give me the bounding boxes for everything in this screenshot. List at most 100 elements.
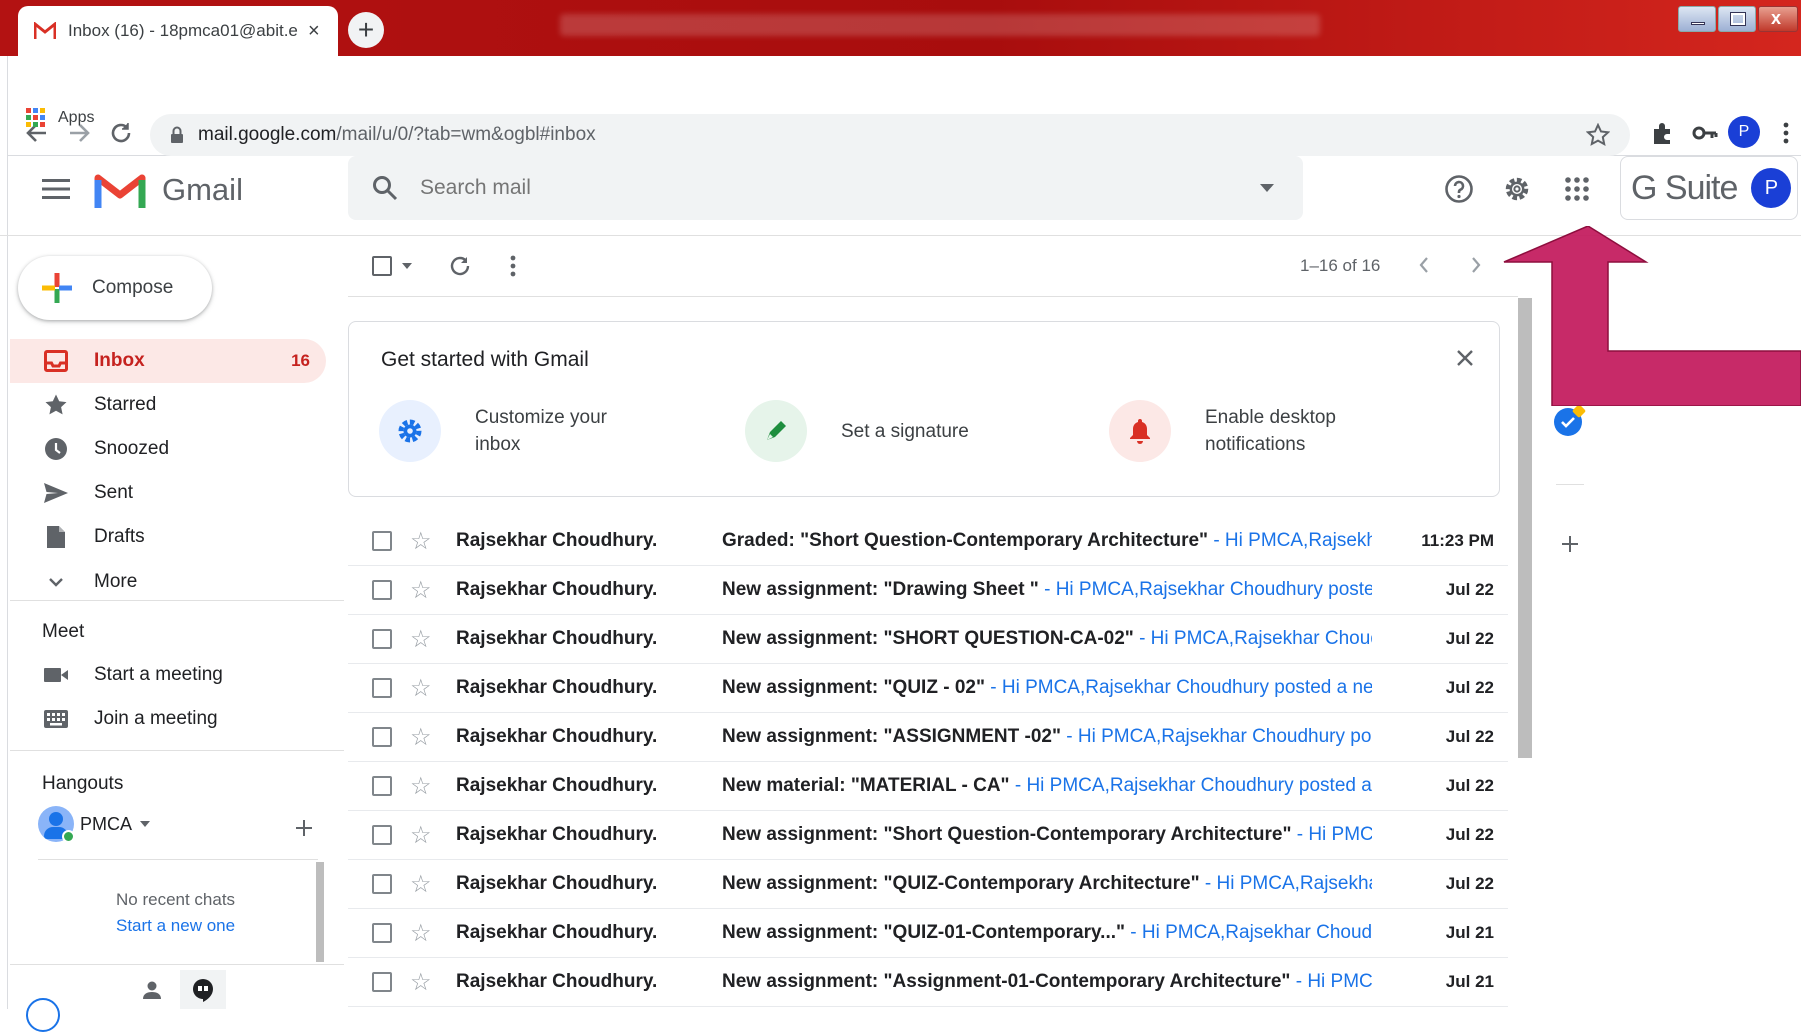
email-row[interactable]: ☆ Rajsekhar Choudhury. Graded: "Short Ques… [348, 517, 1508, 566]
browser-tab[interactable]: Inbox (16) - 18pmca01@abit.edu × [18, 6, 338, 56]
select-all-checkbox[interactable] [372, 256, 392, 276]
email-row[interactable]: ☆ Rajsekhar Choudhury. New assignment: "SH… [348, 615, 1508, 664]
search-input[interactable] [420, 176, 1180, 200]
older-chevron-icon[interactable] [1470, 256, 1482, 274]
star-toggle-icon[interactable]: ☆ [410, 919, 436, 948]
email-sender: Rajsekhar Choudhury. [456, 530, 658, 551]
lock-icon [171, 126, 183, 143]
email-row[interactable]: ☆ Rajsekhar Choudhury. New assignment: "As… [348, 958, 1508, 1007]
reload-icon[interactable] [108, 120, 134, 146]
row-checkbox[interactable] [372, 776, 392, 796]
sidebar-item-snoozed[interactable]: Snoozed [10, 427, 326, 471]
star-toggle-icon[interactable]: ☆ [410, 821, 436, 850]
search-icon[interactable] [372, 175, 398, 201]
search-options-dropdown-icon[interactable] [1259, 183, 1275, 193]
help-icon[interactable] [1444, 174, 1474, 204]
sidebar-item-more[interactable]: More [10, 560, 326, 604]
browser-menu-icon[interactable] [1782, 120, 1790, 146]
select-dropdown-icon[interactable] [402, 263, 412, 269]
row-checkbox[interactable] [372, 923, 392, 943]
get-addons-plus-icon[interactable] [1560, 534, 1580, 554]
sidebar-item-label: Snoozed [94, 438, 170, 459]
address-bar[interactable]: mail.google.com/mail/u/0/?tab=wm&ogbl#in… [150, 114, 1630, 156]
contacts-person-icon[interactable] [142, 980, 162, 1000]
gmail-logo-icon[interactable] [94, 170, 146, 210]
sidebar-item-drafts[interactable]: Drafts [10, 515, 326, 559]
tasks-icon[interactable] [1554, 403, 1587, 436]
sidebar-item-label: Sent [94, 482, 134, 503]
enable-notifications-item[interactable]: Enable desktop notifications [1109, 400, 1336, 462]
email-row[interactable]: ☆ Rajsekhar Choudhury. New material: "MATE… [348, 762, 1508, 811]
minimize-button[interactable] [1678, 6, 1716, 32]
email-sender: Rajsekhar Choudhury. [456, 579, 658, 600]
hangouts-tab[interactable] [180, 970, 226, 1009]
account-avatar[interactable]: P [1751, 168, 1792, 208]
start-meeting-item[interactable]: Start a meeting [10, 653, 326, 697]
row-checkbox[interactable] [372, 531, 392, 551]
star-toggle-icon[interactable]: ☆ [410, 968, 436, 997]
extensions-puzzle-icon[interactable] [1650, 120, 1676, 146]
email-date: Jul 22 [1445, 776, 1494, 795]
apps-bookmark[interactable]: Apps [26, 108, 94, 128]
email-row[interactable]: ☆ Rajsekhar Choudhury. New assignment: "AS… [348, 713, 1508, 762]
email-row[interactable]: ☆ Rajsekhar Choudhury. New assignment: "Dr… [348, 566, 1508, 615]
sidebar-item-sent[interactable]: Sent [10, 471, 326, 515]
set-signature-item[interactable]: Set a signature [745, 400, 969, 462]
newer-chevron-icon[interactable] [1418, 256, 1430, 274]
hangouts-scrollbar[interactable] [316, 862, 324, 962]
sidebar-item-inbox[interactable]: Inbox 16 [10, 339, 326, 383]
key-icon[interactable] [1692, 122, 1718, 144]
email-date: Jul 21 [1445, 972, 1494, 991]
customize-inbox-item[interactable]: Customize your inbox [379, 400, 607, 462]
star-toggle-icon[interactable]: ☆ [410, 674, 436, 703]
star-toggle-icon[interactable]: ☆ [410, 625, 436, 654]
customize-icon-circle [379, 400, 441, 462]
join-meeting-item[interactable]: Join a meeting [10, 697, 326, 741]
google-apps-grid-icon[interactable] [1564, 176, 1590, 202]
main-menu-icon[interactable] [42, 178, 70, 200]
compose-button[interactable]: Compose [18, 256, 212, 320]
new-chat-plus-icon[interactable] [294, 818, 314, 838]
row-checkbox[interactable] [372, 874, 392, 894]
star-toggle-icon[interactable]: ☆ [410, 772, 436, 801]
customize-text-line2: inbox [475, 434, 521, 455]
row-checkbox[interactable] [372, 678, 392, 698]
star-toggle-icon[interactable]: ☆ [410, 527, 436, 556]
hangouts-user[interactable]: PMCA [38, 806, 151, 843]
row-checkbox[interactable] [372, 825, 392, 845]
email-sender: Rajsekhar Choudhury. [456, 677, 658, 698]
row-checkbox[interactable] [372, 727, 392, 747]
refresh-icon[interactable] [448, 254, 472, 278]
sidebar-item-starred[interactable]: Starred [10, 383, 326, 427]
status-dropdown-icon[interactable] [140, 821, 151, 827]
settings-gear-icon[interactable] [1502, 174, 1532, 204]
email-row[interactable]: ☆ Rajsekhar Choudhury. New assignment: "Sh… [348, 811, 1508, 860]
email-row[interactable]: ☆ Rajsekhar Choudhury. New assignment: "QU… [348, 860, 1508, 909]
star-toggle-icon[interactable]: ☆ [410, 576, 436, 605]
new-tab-button[interactable]: + [348, 12, 384, 48]
email-date: Jul 22 [1445, 580, 1494, 599]
row-checkbox[interactable] [372, 629, 392, 649]
sidebar-item-label: Drafts [94, 526, 145, 547]
email-date: 11:23 PM [1421, 531, 1494, 550]
row-checkbox[interactable] [372, 580, 392, 600]
maximize-button[interactable] [1718, 6, 1756, 32]
close-window-button[interactable]: x [1758, 6, 1798, 32]
star-icon [45, 394, 67, 415]
gsuite-account-box[interactable]: G Suite P [1620, 156, 1798, 220]
search-bar[interactable] [348, 156, 1303, 220]
email-subject-snippet: New assignment: "SHORT QUESTION-CA-02" -… [722, 628, 1372, 650]
email-row[interactable]: ☆ Rajsekhar Choudhury. New assignment: "QU… [348, 909, 1508, 958]
start-new-chat-link[interactable]: Start a new one [116, 916, 235, 936]
tab-close-icon[interactable]: × [308, 20, 320, 43]
browser-profile-avatar[interactable]: P [1728, 116, 1760, 148]
email-row[interactable]: ☆ Rajsekhar Choudhury. New assignment: "QU… [348, 664, 1508, 713]
bookmark-star-icon[interactable] [1586, 123, 1610, 147]
star-toggle-icon[interactable]: ☆ [410, 723, 436, 752]
more-actions-icon[interactable] [510, 254, 516, 278]
star-toggle-icon[interactable]: ☆ [410, 870, 436, 899]
row-checkbox[interactable] [372, 972, 392, 992]
close-icon[interactable] [1455, 348, 1475, 368]
tab-title: Inbox (16) - 18pmca01@abit.edu [68, 21, 298, 40]
url-path: /mail/u/0/?tab=wm&ogbl#inbox [336, 124, 596, 145]
